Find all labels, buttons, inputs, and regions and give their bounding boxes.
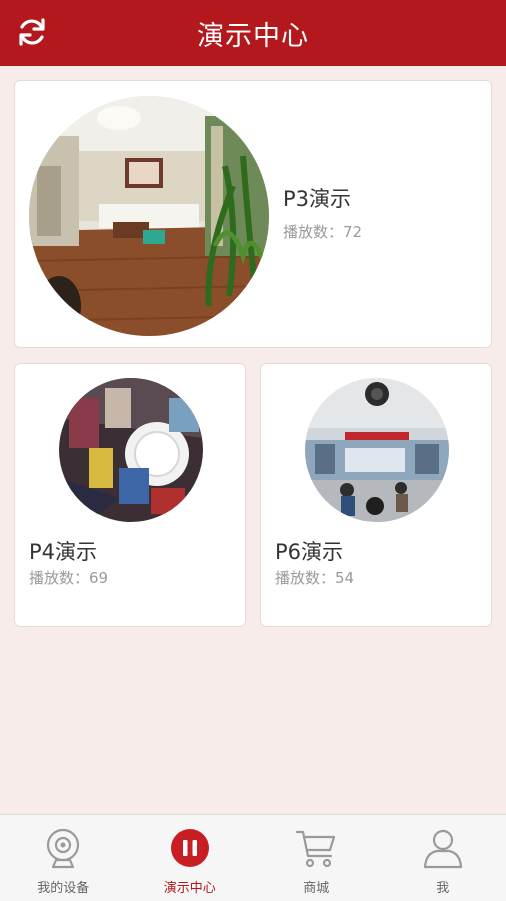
refresh-icon — [15, 15, 49, 49]
demo-card-p4[interactable]: P4演示 播放数：69 — [14, 363, 246, 627]
demo-thumbnail-p4 — [59, 378, 203, 522]
demo-title: P3演示 — [283, 183, 351, 213]
cart-icon — [295, 827, 337, 869]
demo-card-p3[interactable]: P3演示 播放数：72 — [14, 80, 492, 348]
pause-icon — [169, 827, 211, 869]
refresh-button[interactable] — [14, 14, 50, 50]
demo-title: P6演示 — [275, 536, 343, 566]
demo-play-count: 播放数：54 — [275, 567, 354, 588]
demo-thumbnail-p6 — [305, 378, 449, 522]
page-title: 演示中心 — [197, 14, 309, 53]
tab-label: 我 — [436, 877, 449, 896]
bottom-tab-bar: 我的设备 演示中心 商城 我 — [0, 814, 506, 901]
top-bar: 演示中心 — [0, 0, 506, 66]
demo-play-count: 播放数：72 — [283, 221, 362, 242]
tab-demo-center[interactable]: 演示中心 — [127, 815, 254, 901]
demo-thumbnail-p3 — [29, 96, 269, 336]
tab-my-devices[interactable]: 我的设备 — [0, 815, 127, 901]
user-icon — [422, 827, 464, 869]
tab-store[interactable]: 商城 — [253, 815, 380, 901]
tab-me[interactable]: 我 — [380, 815, 506, 901]
demo-title: P4演示 — [29, 536, 97, 566]
demo-card-p6[interactable]: P6演示 播放数：54 — [260, 363, 492, 627]
tab-label: 商城 — [303, 877, 329, 896]
demo-play-count: 播放数：69 — [29, 567, 108, 588]
tab-label: 演示中心 — [164, 877, 216, 896]
tab-label: 我的设备 — [37, 877, 89, 896]
camera-icon — [42, 827, 84, 869]
